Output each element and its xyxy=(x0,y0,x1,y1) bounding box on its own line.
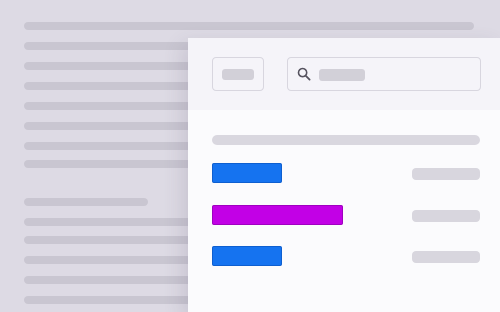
button-label-placeholder xyxy=(222,69,254,80)
row-tag-bar xyxy=(212,205,343,225)
row-meta-placeholder xyxy=(412,210,480,222)
search-text-placeholder xyxy=(319,69,365,81)
heading-line xyxy=(24,198,148,206)
table-row[interactable] xyxy=(188,205,500,227)
row-tag-bar xyxy=(212,163,282,183)
table-row[interactable] xyxy=(188,163,500,185)
row-meta-placeholder xyxy=(412,251,480,263)
row-tag-bar xyxy=(212,246,282,266)
table-row[interactable] xyxy=(188,246,500,268)
filter-button[interactable] xyxy=(212,57,264,91)
search-input[interactable] xyxy=(287,57,481,91)
panel-toolbar xyxy=(188,38,500,110)
search-icon xyxy=(297,67,311,81)
text-line xyxy=(24,22,474,30)
row-meta-placeholder xyxy=(412,168,480,180)
foreground-panel xyxy=(188,38,500,312)
table-column-header xyxy=(212,135,480,145)
